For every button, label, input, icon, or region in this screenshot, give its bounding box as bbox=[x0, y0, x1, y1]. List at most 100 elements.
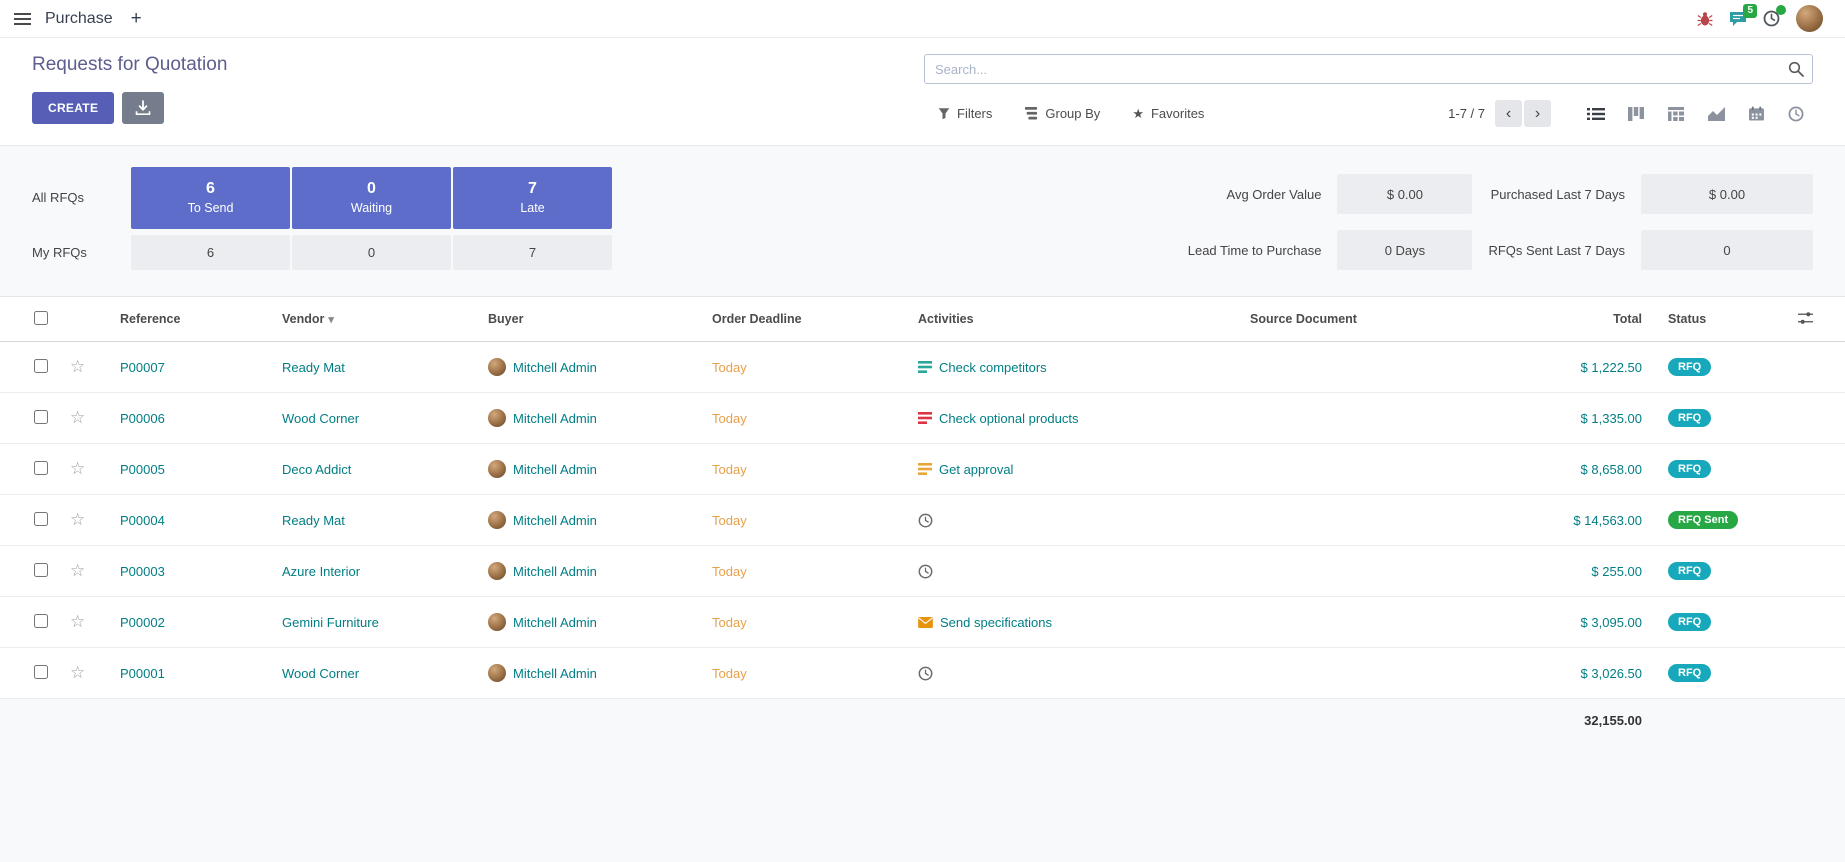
row-checkbox[interactable] bbox=[34, 461, 48, 475]
tile-late[interactable]: 7 Late bbox=[453, 167, 612, 229]
favorite-star-icon[interactable]: ☆ bbox=[70, 510, 85, 529]
select-all-checkbox[interactable] bbox=[34, 311, 48, 325]
activity-cell[interactable]: Send specifications bbox=[918, 615, 1234, 630]
my-tile-to-send[interactable]: 6 bbox=[131, 235, 290, 270]
row-checkbox[interactable] bbox=[34, 665, 48, 679]
search-input[interactable] bbox=[924, 54, 1813, 84]
header-activities[interactable]: Activities bbox=[910, 297, 1242, 342]
tile-to-send[interactable]: 6 To Send bbox=[131, 167, 290, 229]
total-amount: $ 14,563.00 bbox=[1573, 513, 1642, 528]
order-deadline-value: Today bbox=[712, 666, 747, 681]
favorites-button[interactable]: ★ Favorites bbox=[1132, 106, 1204, 122]
vendor-link[interactable]: Ready Mat bbox=[282, 513, 345, 528]
table-row[interactable]: ☆ P00004 Ready Mat Mitchell Admin Today … bbox=[0, 495, 1845, 546]
list-icon bbox=[1587, 107, 1605, 121]
row-checkbox[interactable] bbox=[34, 410, 48, 424]
buyer-link[interactable]: Mitchell Admin bbox=[513, 564, 597, 579]
activity-cell[interactable] bbox=[918, 513, 1234, 528]
user-avatar[interactable] bbox=[1796, 5, 1823, 32]
tile-waiting[interactable]: 0 Waiting bbox=[292, 167, 451, 229]
pivot-view-button[interactable] bbox=[1659, 100, 1693, 127]
header-status[interactable]: Status bbox=[1660, 297, 1790, 342]
graph-view-button[interactable] bbox=[1699, 100, 1733, 127]
export-button[interactable] bbox=[122, 92, 164, 124]
row-checkbox[interactable] bbox=[34, 359, 48, 373]
apps-menu-button[interactable] bbox=[14, 10, 31, 28]
table-row[interactable]: ☆ P00001 Wood Corner Mitchell Admin Toda… bbox=[0, 648, 1845, 699]
reference-link[interactable]: P00007 bbox=[120, 360, 165, 375]
table-row[interactable]: ☆ P00006 Wood Corner Mitchell Admin Toda… bbox=[0, 393, 1845, 444]
reference-link[interactable]: P00005 bbox=[120, 462, 165, 477]
clock-activity-icon bbox=[918, 666, 933, 681]
plus-icon[interactable]: + bbox=[127, 9, 146, 28]
header-vendor[interactable]: Vendor▾ bbox=[274, 297, 480, 342]
table-row[interactable]: ☆ P00002 Gemini Furniture Mitchell Admin… bbox=[0, 597, 1845, 648]
star-column-header bbox=[62, 297, 112, 342]
pager-next-button[interactable]: › bbox=[1524, 100, 1551, 127]
table-row[interactable]: ☆ P00003 Azure Interior Mitchell Admin T… bbox=[0, 546, 1845, 597]
activity-cell[interactable]: Get approval bbox=[918, 462, 1234, 477]
vendor-link[interactable]: Wood Corner bbox=[282, 666, 359, 681]
clock-activity-icon bbox=[918, 564, 933, 579]
favorite-star-icon[interactable]: ☆ bbox=[70, 663, 85, 682]
vendor-link[interactable]: Ready Mat bbox=[282, 360, 345, 375]
activity-cell[interactable] bbox=[918, 666, 1234, 681]
buyer-link[interactable]: Mitchell Admin bbox=[513, 513, 597, 528]
view-switcher bbox=[1579, 100, 1813, 127]
kanban-view-button[interactable] bbox=[1619, 100, 1653, 127]
row-checkbox[interactable] bbox=[34, 512, 48, 526]
favorites-star-icon: ★ bbox=[1132, 106, 1144, 122]
header-order-deadline[interactable]: Order Deadline bbox=[704, 297, 910, 342]
header-buyer[interactable]: Buyer bbox=[480, 297, 704, 342]
create-button[interactable]: CREATE bbox=[32, 92, 114, 124]
favorite-star-icon[interactable]: ☆ bbox=[70, 408, 85, 427]
optional-columns-button[interactable] bbox=[1790, 297, 1845, 342]
table-row[interactable]: ☆ P00005 Deco Addict Mitchell Admin Toda… bbox=[0, 444, 1845, 495]
header-source-document[interactable]: Source Document bbox=[1242, 297, 1488, 342]
calendar-view-button[interactable] bbox=[1739, 100, 1773, 127]
reference-link[interactable]: P00004 bbox=[120, 513, 165, 528]
stat-value-purchased-last-7-days: $ 0.00 bbox=[1641, 174, 1813, 214]
buyer-link[interactable]: Mitchell Admin bbox=[513, 462, 597, 477]
buyer-link[interactable]: Mitchell Admin bbox=[513, 666, 597, 681]
activity-cell[interactable]: Check competitors bbox=[918, 360, 1234, 375]
buyer-link[interactable]: Mitchell Admin bbox=[513, 615, 597, 630]
vendor-link[interactable]: Azure Interior bbox=[282, 564, 360, 579]
reference-link[interactable]: P00002 bbox=[120, 615, 165, 630]
activity-cell[interactable]: Check optional products bbox=[918, 411, 1234, 426]
reference-link[interactable]: P00003 bbox=[120, 564, 165, 579]
favorite-star-icon[interactable]: ☆ bbox=[70, 459, 85, 478]
vendor-link[interactable]: Wood Corner bbox=[282, 411, 359, 426]
messages-icon[interactable]: 5 bbox=[1729, 11, 1747, 27]
activity-cell[interactable] bbox=[918, 564, 1234, 579]
favorite-star-icon[interactable]: ☆ bbox=[70, 357, 85, 376]
table-footer-row: 32,155.00 bbox=[0, 699, 1845, 743]
list-view-button[interactable] bbox=[1579, 100, 1613, 127]
buyer-avatar bbox=[488, 664, 506, 682]
all-rfqs-label: All RFQs bbox=[32, 190, 129, 205]
vendor-link[interactable]: Deco Addict bbox=[282, 462, 351, 477]
row-checkbox[interactable] bbox=[34, 563, 48, 577]
reference-link[interactable]: P00001 bbox=[120, 666, 165, 681]
vendor-link[interactable]: Gemini Furniture bbox=[282, 615, 379, 630]
hamburger-icon bbox=[14, 13, 31, 25]
app-name-purchase[interactable]: Purchase bbox=[45, 10, 113, 28]
debug-bug-icon[interactable] bbox=[1697, 11, 1713, 27]
header-total[interactable]: Total bbox=[1488, 297, 1660, 342]
header-reference[interactable]: Reference bbox=[112, 297, 274, 342]
buyer-link[interactable]: Mitchell Admin bbox=[513, 360, 597, 375]
table-row[interactable]: ☆ P00007 Ready Mat Mitchell Admin Today … bbox=[0, 342, 1845, 393]
activities-clock-icon[interactable] bbox=[1763, 10, 1780, 27]
buyer-link[interactable]: Mitchell Admin bbox=[513, 411, 597, 426]
my-tile-waiting[interactable]: 0 bbox=[292, 235, 451, 270]
favorite-star-icon[interactable]: ☆ bbox=[70, 561, 85, 580]
dashboard-view-button[interactable] bbox=[1779, 100, 1813, 127]
filters-button[interactable]: Filters bbox=[938, 106, 992, 122]
group-by-button[interactable]: Group By bbox=[1024, 106, 1100, 122]
pager-previous-button[interactable]: ‹ bbox=[1495, 100, 1522, 127]
row-checkbox[interactable] bbox=[34, 614, 48, 628]
reference-link[interactable]: P00006 bbox=[120, 411, 165, 426]
favorite-star-icon[interactable]: ☆ bbox=[70, 612, 85, 631]
search-icon[interactable] bbox=[1788, 61, 1804, 80]
my-tile-late[interactable]: 7 bbox=[453, 235, 612, 270]
